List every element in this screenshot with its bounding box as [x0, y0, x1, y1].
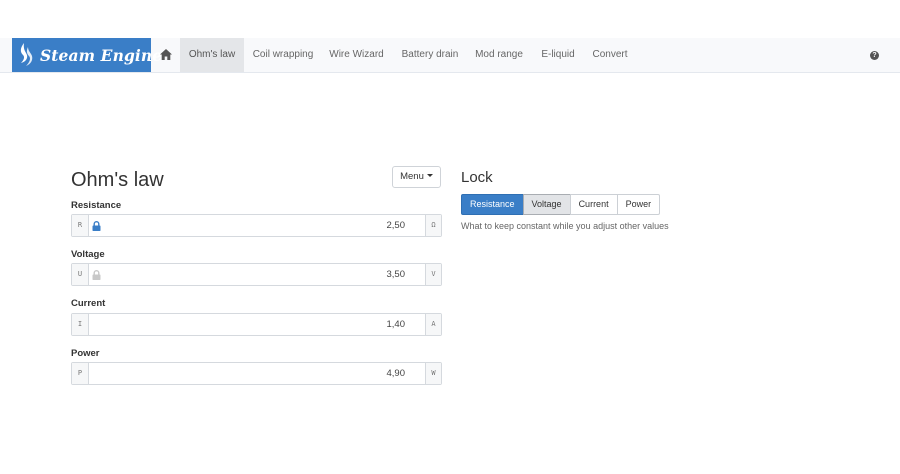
resistance-symbol: R: [72, 215, 89, 236]
menu-button-label: Menu: [400, 171, 424, 182]
home-icon[interactable]: [160, 49, 172, 60]
brand-name: Steam Engine: [40, 46, 163, 65]
lock-icon[interactable]: [92, 270, 101, 280]
voltage-value[interactable]: 3,50: [387, 264, 406, 285]
nav-battery-drain[interactable]: Battery drain: [396, 38, 464, 72]
power-label: Power: [71, 348, 100, 359]
help-icon[interactable]: ?: [870, 51, 879, 60]
page-title: Ohm's law: [71, 169, 164, 191]
resistance-unit: Ω: [425, 215, 441, 236]
lock-hint-text: What to keep constant while you adjust o…: [461, 221, 669, 231]
power-input-group: P 4,90 W: [71, 362, 442, 385]
power-unit: W: [425, 363, 441, 384]
nav-wire-wizard[interactable]: Wire Wizard: [324, 38, 389, 72]
current-unit: A: [425, 314, 441, 335]
lock-title: Lock: [461, 169, 493, 186]
lock-icon[interactable]: [92, 221, 101, 231]
lock-power-button[interactable]: Power: [616, 194, 661, 215]
current-label: Current: [71, 298, 106, 309]
flame-icon: [20, 43, 33, 66]
nav-convert[interactable]: Convert: [588, 38, 632, 72]
caret-down-icon: [426, 174, 433, 177]
nav-ohms-law[interactable]: Ohm's law: [180, 38, 244, 72]
resistance-label: Resistance: [71, 200, 122, 211]
resistance-input-group: R 2,50 Ω: [71, 214, 442, 237]
lock-current-button[interactable]: Current: [569, 194, 618, 215]
power-value[interactable]: 4,90: [387, 363, 406, 384]
menu-dropdown-button[interactable]: Menu: [392, 166, 441, 188]
nav-e-liquid[interactable]: E-liquid: [536, 38, 580, 72]
lock-voltage-button[interactable]: Voltage: [522, 194, 571, 215]
current-symbol: I: [72, 314, 89, 335]
current-value[interactable]: 1,40: [387, 314, 406, 335]
brand-logo[interactable]: Steam Engine: [12, 38, 162, 72]
lock-button-group: Resistance Voltage Current Power: [461, 194, 661, 215]
voltage-input-group: U 3,50 V: [71, 263, 442, 286]
power-symbol: P: [72, 363, 89, 384]
voltage-unit: V: [425, 264, 441, 285]
lock-resistance-button[interactable]: Resistance: [461, 194, 524, 215]
voltage-symbol: U: [72, 264, 89, 285]
nav-coil-wrapping[interactable]: Coil wrapping: [249, 38, 317, 72]
resistance-value[interactable]: 2,50: [387, 215, 406, 236]
voltage-label: Voltage: [71, 249, 105, 260]
nav-mod-range[interactable]: Mod range: [471, 38, 527, 72]
navbar: Steam Engine Ohm's law Coil wrapping Wir…: [0, 38, 900, 73]
current-input-group: I 1,40 A: [71, 313, 442, 336]
